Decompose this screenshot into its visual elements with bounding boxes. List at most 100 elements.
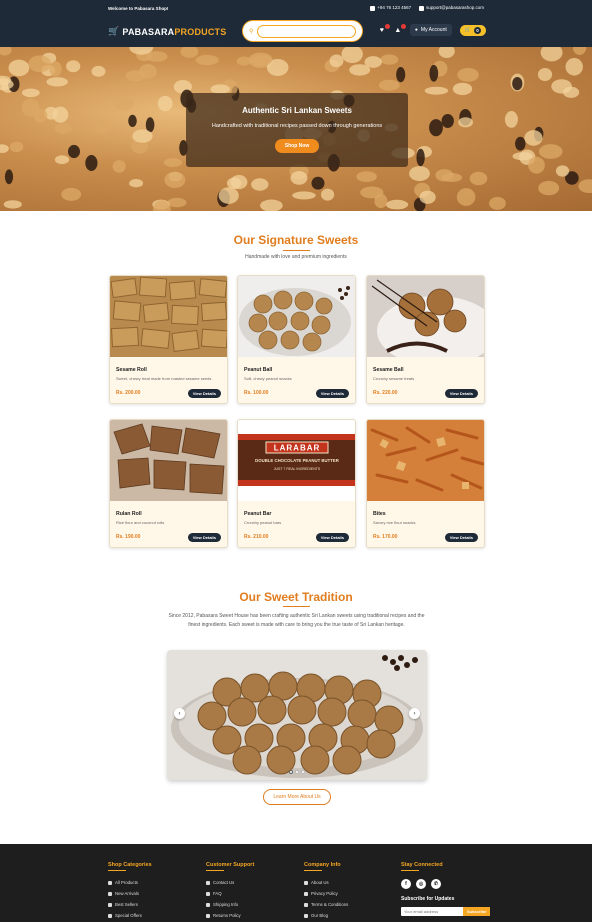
footer-shop-categories: Shop Categories All Products New Arrival… <box>108 862 152 921</box>
footer-link[interactable]: New Arrivals <box>108 888 152 899</box>
logo-text-accent: PRODUCTS <box>174 26 227 37</box>
footer-link[interactable]: Best Sellers <box>108 899 152 910</box>
search-bar: ⚲ <box>242 20 363 42</box>
footer-link-label: New Arrivals <box>115 891 139 896</box>
sesame-grain-shape <box>52 106 69 123</box>
sesame-grain-shape <box>349 64 371 76</box>
product-card[interactable]: Rulan Roll Rice flour and coconut rolls … <box>109 419 228 548</box>
sesame-grain-shape <box>8 59 30 77</box>
carousel-next-button[interactable]: › <box>409 708 420 719</box>
peanut-ball-shape <box>317 697 347 727</box>
peanut-bar-image: LARABAR DOUBLE CHOCOLATE PEANUT BUTTER J… <box>238 420 355 501</box>
sesame-grain-shape <box>374 193 388 209</box>
carousel-dot[interactable] <box>301 770 305 774</box>
notification-badge <box>400 23 406 29</box>
whatsapp-icon[interactable]: ✆ <box>431 879 441 889</box>
sesame-grain-shape <box>441 173 463 182</box>
sesame-grain-shape <box>524 130 543 146</box>
peanut-ball-shape <box>227 697 257 727</box>
sesame-grain-shape <box>260 199 283 211</box>
footer-link[interactable]: Contact Us <box>206 877 254 888</box>
account-label: My Account <box>420 27 447 33</box>
footer-link[interactable]: Special Offers <box>108 910 152 921</box>
wishlist-icon[interactable]: ♥ <box>378 23 390 34</box>
footer-link[interactable]: About Us <box>304 877 348 888</box>
larabar-brand: LARABAR <box>274 444 321 453</box>
subscribe-button[interactable]: Subscribe <box>463 907 491 916</box>
product-card[interactable]: Sesame Roll Sweet, chewy treat made from… <box>109 275 228 404</box>
product-price: Rs. 170.00 <box>373 534 398 540</box>
view-details-button[interactable]: View Details <box>315 533 349 542</box>
list-icon <box>304 880 308 885</box>
email-contact[interactable]: support@pabasarashop.com <box>419 5 484 11</box>
search-icon[interactable]: ⚲ <box>249 28 253 35</box>
footer-link-label: Special Offers <box>115 913 142 918</box>
view-details-button[interactable]: View Details <box>444 533 478 542</box>
footer-link[interactable]: All Products <box>108 877 152 888</box>
footer-link[interactable]: Our Blog <box>304 910 348 921</box>
social-links: f ◎ ✆ <box>401 879 490 889</box>
sesame-grain-shape <box>341 47 363 64</box>
view-details-button[interactable]: View Details <box>444 389 478 398</box>
signature-title-underline <box>283 250 310 251</box>
dark-bean-shape <box>128 114 137 127</box>
cart-button[interactable]: 🛒 0 <box>459 24 486 36</box>
instagram-icon[interactable]: ◎ <box>416 879 426 889</box>
view-details-button[interactable]: View Details <box>187 533 221 542</box>
notification-bell-icon[interactable]: ▲ <box>394 23 406 34</box>
sesame-grain-shape <box>157 95 173 112</box>
my-account-button[interactable]: ● My Account <box>409 24 452 36</box>
sesame-grain-shape <box>385 199 409 210</box>
footer-link[interactable]: FAQ <box>206 888 254 899</box>
footer-link[interactable]: Privacy Policy <box>304 888 348 899</box>
tradition-title-underline <box>283 606 310 607</box>
learn-more-button[interactable]: Learn More About Us <box>263 789 331 805</box>
sesame-grain-shape <box>236 56 252 66</box>
product-description: Crunchy peanut bars <box>244 520 282 525</box>
email-text: support@pabasarashop.com <box>426 5 484 11</box>
larabar-flavor: DOUBLE CHOCOLATE PEANUT BUTTER <box>255 458 340 463</box>
footer-link-label: Privacy Policy <box>311 891 338 896</box>
search-input[interactable] <box>257 24 356 38</box>
footer-link[interactable]: Returns Policy <box>206 910 254 921</box>
sesame-grain-shape <box>218 187 239 204</box>
phone-contact[interactable]: +94 76 123 4567 <box>370 5 411 11</box>
site-logo[interactable]: 🛒 PABASARA PRODUCTS <box>108 26 226 37</box>
product-description: Sweet, chewy treat made from roasted ses… <box>116 376 212 381</box>
shop-now-button[interactable]: Shop Now <box>274 139 320 153</box>
contact-info: +94 76 123 4567 support@pabasarashop.com <box>370 5 484 11</box>
subscribe-email-input[interactable] <box>401 907 463 916</box>
cart-count: 0 <box>474 26 481 34</box>
carousel-prev-button[interactable]: ‹ <box>174 708 185 719</box>
main-header: 🛒 PABASARA PRODUCTS ⚲ ♥ ▲ ● My Account 🛒 0 <box>0 16 592 47</box>
product-card[interactable]: Sesame Ball Crunchy sesame treats Rs. 22… <box>366 275 485 404</box>
carousel-dot[interactable] <box>289 770 293 774</box>
footer-link-label: Our Blog <box>311 913 328 918</box>
sesame-grain-shape <box>195 54 219 66</box>
product-price: Rs. 100.00 <box>244 390 269 396</box>
product-card[interactable]: Peanut Ball Soft, chewy peanut snacks Rs… <box>237 275 356 404</box>
sesame-grain-shape <box>33 108 48 123</box>
sesame-grain-shape <box>146 51 168 62</box>
view-details-button[interactable]: View Details <box>187 389 221 398</box>
footer-heading-underline <box>108 870 126 871</box>
sesame-grain-shape <box>409 166 430 182</box>
sesame-grain-shape <box>528 156 545 174</box>
footer-link[interactable]: Terms & Conditions <box>304 899 348 910</box>
rulan-roll-image <box>110 420 227 501</box>
footer-link[interactable]: Shipping Info <box>206 899 254 910</box>
facebook-icon[interactable]: f <box>401 879 411 889</box>
product-card[interactable]: Bites Savory rice flour snacks Rs. 170.0… <box>366 419 485 548</box>
sesame-grain-shape <box>537 68 553 81</box>
product-card[interactable]: LARABAR DOUBLE CHOCOLATE PEANUT BUTTER J… <box>237 419 356 548</box>
peanut-ball-shape <box>257 695 287 725</box>
signature-subtitle: Handmade with love and premium ingredien… <box>245 254 347 260</box>
sesame-grain-shape <box>457 68 479 82</box>
list-icon <box>108 880 112 885</box>
sesame-grain-shape <box>230 175 248 190</box>
product-image-peanut-bar: LARABAR DOUBLE CHOCOLATE PEANUT BUTTER J… <box>238 420 355 501</box>
product-price: Rs. 210.00 <box>244 534 269 540</box>
carousel-dot[interactable] <box>295 770 299 774</box>
view-details-button[interactable]: View Details <box>315 389 349 398</box>
sesame-grain-shape <box>540 47 563 62</box>
